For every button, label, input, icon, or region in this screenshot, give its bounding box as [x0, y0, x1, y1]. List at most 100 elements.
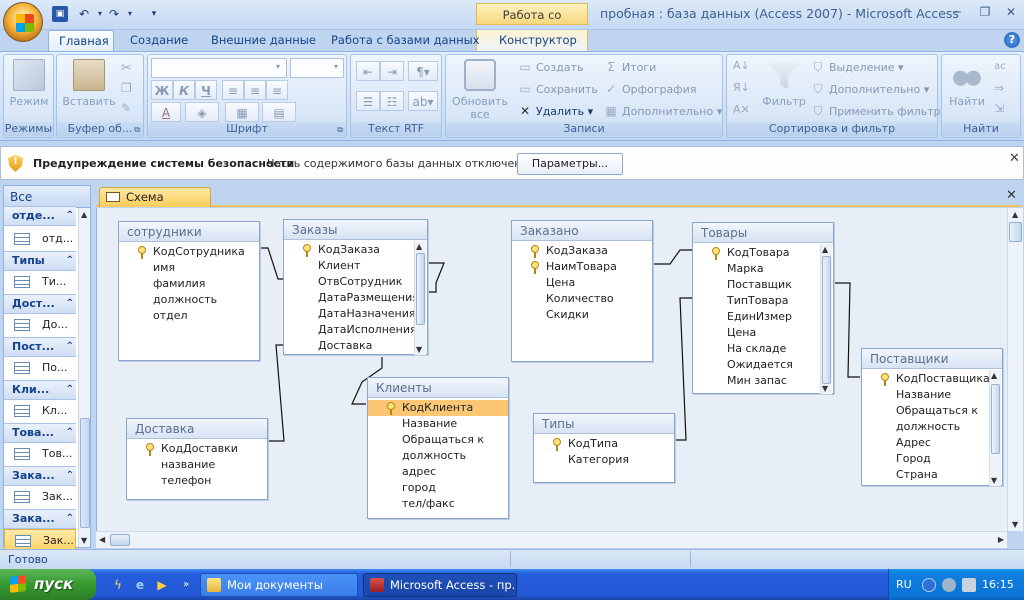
field-row[interactable]: КодТипа: [534, 436, 674, 452]
customize-qat-icon[interactable]: ▾: [146, 6, 162, 22]
field-row[interactable]: отдел: [119, 308, 259, 324]
help-icon[interactable]: ?: [1004, 32, 1020, 48]
field-list-scrollbar[interactable]: ▲ ▼: [820, 244, 832, 394]
field-row[interactable]: поставка прекра: [693, 389, 825, 393]
table-field-list-postavshiki[interactable]: Поставщики КодПоставщика Название Обращатьс…: [861, 348, 1003, 486]
field-row[interactable]: фамилия: [119, 276, 259, 292]
table-field-list-zakazy[interactable]: Заказы КодЗаказа Клиент ОтвСотрудник ДатаРаз…: [283, 219, 428, 355]
nav-scroll-up-icon[interactable]: ▲: [81, 210, 87, 219]
bullets-icon[interactable]: ☰: [356, 91, 380, 111]
field-row[interactable]: Клиент: [284, 258, 413, 274]
redo-dropdown-icon[interactable]: ▾: [122, 6, 138, 22]
nav-section-header[interactable]: отде... ⌃: [4, 206, 76, 226]
security-options-button[interactable]: Параметры...: [517, 153, 623, 175]
tray-back-icon[interactable]: [922, 578, 936, 592]
collapse-chevron-icon[interactable]: ⌃: [66, 338, 74, 356]
totals-button[interactable]: Σ Итоги: [604, 57, 656, 77]
save-icon[interactable]: ▣: [52, 6, 68, 22]
canvas-scroll-up-icon[interactable]: ▲: [1012, 210, 1018, 219]
tray-network-icon[interactable]: [942, 578, 956, 592]
table-field-list-tovary[interactable]: Товары КодТовара Марка Поставщик ТипТовара Ед…: [692, 222, 834, 394]
table-field-list-dostavka[interactable]: Доставка КодДоставки название телефон: [126, 418, 268, 500]
table-title[interactable]: Клиенты: [368, 378, 508, 398]
scroll-up-icon[interactable]: ▲: [416, 242, 422, 251]
field-row[interactable]: Поставщик: [693, 277, 819, 293]
alt-row-color-icon[interactable]: ▤: [262, 102, 296, 122]
field-row[interactable]: ТипТовара: [693, 293, 819, 309]
more-records-button[interactable]: ▦ Дополнительно ▾: [604, 101, 722, 121]
table-field-list-klienty[interactable]: Клиенты КодКлиента Название Обращаться к дол…: [367, 377, 509, 519]
scroll-down-icon[interactable]: ▼: [822, 384, 828, 393]
tab-home[interactable]: Главная: [48, 30, 114, 51]
field-row[interactable]: Страна: [862, 467, 988, 483]
collapse-chevron-icon[interactable]: ⌃: [66, 381, 74, 399]
minimize-icon[interactable]: ─: [944, 4, 970, 20]
canvas-hscroll-thumb[interactable]: [110, 534, 130, 546]
highlight-icon[interactable]: ab▾: [408, 91, 438, 111]
nav-table-item[interactable]: Кл...: [4, 400, 76, 422]
font-launcher-icon[interactable]: ⧉: [337, 125, 343, 135]
nav-section-header[interactable]: Това... ⌃: [4, 423, 76, 443]
canvas-vertical-scrollbar[interactable]: ▲ ▼: [1007, 208, 1023, 531]
scroll-thumb[interactable]: [416, 253, 425, 325]
spelling-button[interactable]: ✓ Орфография: [604, 79, 696, 99]
cut-icon[interactable]: ✂: [121, 61, 132, 76]
canvas-vscroll-thumb[interactable]: [1009, 222, 1022, 242]
align-left-icon[interactable]: ≡: [222, 80, 244, 100]
table-title[interactable]: Поставщики: [862, 349, 1002, 369]
field-row[interactable]: ОтвСотрудник: [284, 274, 413, 290]
field-row[interactable]: КодКлиента: [368, 400, 508, 416]
tab-database-tools[interactable]: Работа с базами данных: [321, 30, 490, 51]
font-size-dropdown-icon[interactable]: ▾: [334, 62, 338, 71]
nav-scroll-thumb[interactable]: [80, 418, 90, 528]
table-title[interactable]: Заказы: [284, 220, 427, 240]
nav-section-header[interactable]: Типы ⌃: [4, 251, 76, 271]
nav-section-header[interactable]: Зака... ⌃: [4, 466, 76, 486]
align-center-icon[interactable]: ≡: [244, 80, 266, 100]
field-row[interactable]: Название: [368, 416, 508, 432]
table-field-list-tipy[interactable]: Типы КодТипа Категория: [533, 413, 675, 483]
numbering-icon[interactable]: ☷: [380, 91, 404, 111]
internet-explorer-icon[interactable]: e: [132, 577, 148, 593]
nav-section-header[interactable]: Зака... ⌃: [4, 509, 76, 529]
delete-record-button[interactable]: ✕ Удалить ▾: [518, 101, 593, 121]
gridlines-icon[interactable]: ▦: [225, 102, 259, 122]
table-title[interactable]: Заказано: [512, 221, 652, 241]
nav-table-item[interactable]: Ти...: [4, 271, 76, 293]
field-row[interactable]: Цена: [512, 275, 652, 291]
scroll-up-icon[interactable]: ▲: [991, 371, 997, 380]
scroll-down-icon[interactable]: ▼: [416, 345, 422, 354]
collapse-chevron-icon[interactable]: ⌃: [66, 252, 74, 270]
field-row[interactable]: КодПоставщика: [862, 371, 990, 387]
field-row[interactable]: Категория: [534, 452, 674, 468]
scroll-up-icon[interactable]: ▲: [822, 245, 828, 254]
field-row[interactable]: ДатаИсполнения: [284, 322, 417, 338]
increase-indent-icon[interactable]: ⇥: [380, 61, 404, 81]
scroll-thumb[interactable]: [822, 256, 831, 384]
decrease-indent-icon[interactable]: ⇤: [356, 61, 380, 81]
underline-button[interactable]: Ч: [195, 80, 217, 100]
canvas-scroll-right-icon[interactable]: ▶: [998, 535, 1004, 544]
nav-section-header[interactable]: Пост... ⌃: [4, 337, 76, 357]
nav-scroll-down-icon[interactable]: ▼: [81, 536, 87, 545]
table-title[interactable]: сотрудники: [119, 222, 259, 242]
collapse-chevron-icon[interactable]: ⌃: [66, 207, 74, 225]
field-row[interactable]: город: [368, 480, 508, 496]
paragraph-direction-icon[interactable]: ¶▾: [408, 61, 438, 81]
canvas-horizontal-scrollbar[interactable]: ◀ ▶: [96, 531, 1007, 548]
nav-pane-header[interactable]: Все таблицы: [4, 186, 90, 226]
nav-table-item[interactable]: Зак...: [4, 529, 76, 551]
scroll-thumb[interactable]: [991, 384, 1000, 454]
close-document-icon[interactable]: ✕: [1006, 188, 1017, 203]
redo-icon[interactable]: ↷: [106, 6, 122, 22]
field-row[interactable]: Обращаться к: [862, 403, 988, 419]
tab-design[interactable]: Конструктор: [489, 30, 587, 51]
field-row[interactable]: тел/факс: [368, 496, 508, 512]
collapse-chevron-icon[interactable]: ⌃: [66, 295, 74, 313]
bold-button[interactable]: Ж: [151, 80, 173, 100]
apply-filter-button[interactable]: ⛉ Применить фильтр: [811, 101, 940, 121]
tab-external-data[interactable]: Внешние данные: [201, 30, 326, 51]
go-to-icon[interactable]: ⇒: [994, 81, 1004, 95]
close-window-icon[interactable]: ✕: [998, 4, 1024, 20]
field-row[interactable]: Адрес: [862, 435, 988, 451]
